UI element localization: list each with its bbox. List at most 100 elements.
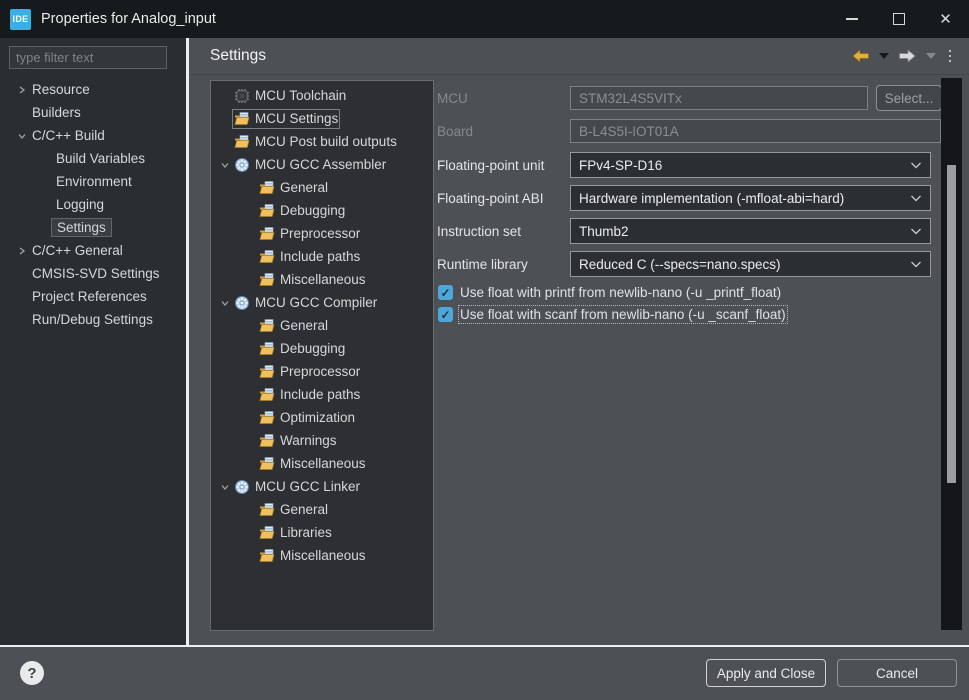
tree-item-linker-libraries[interactable]: Libraries: [211, 521, 433, 544]
tree-item-compiler-include-paths[interactable]: Include paths: [211, 383, 433, 406]
help-button[interactable]: ?: [20, 661, 44, 685]
folder-icon: [259, 249, 275, 265]
sidebar-item-build-variables[interactable]: Build Variables: [0, 147, 186, 170]
printf-float-checkbox-row: Use float with printf from newlib-nano (…: [438, 284, 781, 301]
page-title: Settings: [210, 47, 266, 65]
chevron-down-icon: [220, 298, 230, 308]
printf-float-label: Use float with printf from newlib-nano (…: [460, 285, 781, 300]
folder-icon: [259, 180, 275, 196]
folder-icon: [259, 387, 275, 403]
sidebar-item-settings[interactable]: Settings: [0, 216, 186, 239]
board-field: B-L4S5I-IOT01A: [570, 119, 941, 143]
properties-dialog: IDE Properties for Analog_input Resource…: [0, 0, 969, 700]
runtime-library-combobox[interactable]: Reduced C (--specs=nano.specs): [570, 251, 931, 277]
fpu-combobox[interactable]: FPv4-SP-D16: [570, 152, 931, 178]
tree-item-linker-miscellaneous[interactable]: Miscellaneous: [211, 544, 433, 567]
folder-icon: [234, 111, 250, 127]
tree-item-compiler-optimization[interactable]: Optimization: [211, 406, 433, 429]
forward-history-dropdown-icon[interactable]: [926, 53, 936, 59]
chip-icon: [234, 88, 250, 104]
combo-chevron-icon: [910, 162, 922, 169]
header-nav: [851, 48, 956, 65]
tree-item-compiler-preprocessor[interactable]: Preprocessor: [211, 360, 433, 383]
abi-combobox[interactable]: Hardware implementation (-mfloat-abi=har…: [570, 185, 931, 211]
tree-item-assembler-general[interactable]: General: [211, 176, 433, 199]
printf-float-checkbox[interactable]: [438, 285, 453, 300]
tree-item-linker-general[interactable]: General: [211, 498, 433, 521]
combo-chevron-icon: [910, 228, 922, 235]
folder-icon: [259, 226, 275, 242]
sidebar-item-cpp-build[interactable]: C/C++ Build: [0, 124, 186, 147]
folder-icon: [259, 433, 275, 449]
settings-header: Settings: [189, 38, 969, 75]
sidebar-item-builders[interactable]: Builders: [0, 101, 186, 124]
scrollbar-thumb[interactable]: [947, 165, 956, 483]
tree-item-compiler-warnings[interactable]: Warnings: [211, 429, 433, 452]
cancel-button[interactable]: Cancel: [837, 659, 957, 687]
folder-icon: [259, 341, 275, 357]
mcu-field: STM32L4S5VITx: [570, 86, 868, 110]
sidebar-item-resource[interactable]: Resource: [0, 78, 186, 101]
mcu-select-button: Select...: [876, 85, 942, 111]
sidebar-item-logging[interactable]: Logging: [0, 193, 186, 216]
tree-item-mcu-toolchain[interactable]: MCU Toolchain: [211, 84, 433, 107]
back-history-dropdown-icon[interactable]: [879, 53, 889, 59]
scanf-float-checkbox-row: Use float with scanf from newlib-nano (-…: [438, 306, 786, 323]
sidebar-item-run-debug[interactable]: Run/Debug Settings: [0, 308, 186, 331]
tree-item-mcu-settings[interactable]: MCU Settings: [211, 107, 433, 130]
back-arrow-icon[interactable]: [851, 49, 870, 63]
instruction-set-label: Instruction set: [437, 218, 521, 244]
tree-item-assembler-debugging[interactable]: Debugging: [211, 199, 433, 222]
chevron-right-icon: [17, 85, 27, 95]
forward-arrow-icon[interactable]: [898, 49, 917, 63]
folder-icon: [259, 548, 275, 564]
board-label: Board: [437, 119, 473, 143]
folder-icon: [259, 410, 275, 426]
chevron-down-icon: [220, 482, 230, 492]
tree-item-assembler-preprocessor[interactable]: Preprocessor: [211, 222, 433, 245]
apply-and-close-button[interactable]: Apply and Close: [706, 659, 826, 687]
combo-chevron-icon: [910, 195, 922, 202]
sidebar-item-environment[interactable]: Environment: [0, 170, 186, 193]
runtime-library-label: Runtime library: [437, 251, 528, 277]
tree-item-mcu-gcc-compiler[interactable]: MCU GCC Compiler: [211, 291, 433, 314]
tool-icon: [234, 479, 250, 495]
minimize-button[interactable]: [828, 0, 875, 38]
tree-item-assembler-include-paths[interactable]: Include paths: [211, 245, 433, 268]
abi-label: Floating-point ABI: [437, 185, 544, 211]
close-icon: [939, 10, 952, 29]
app-icon: IDE: [10, 9, 31, 30]
properties-sidebar: Resource Builders C/C++ Build Build Vari…: [0, 38, 186, 645]
dialog-footer: ? Apply and Close Cancel: [0, 645, 969, 700]
scanf-float-checkbox[interactable]: [438, 307, 453, 322]
folder-icon: [259, 364, 275, 380]
sidebar-item-cmsis-svd[interactable]: CMSIS-SVD Settings: [0, 262, 186, 285]
chevron-down-icon: [17, 131, 27, 141]
folder-icon: [259, 272, 275, 288]
tree-item-mcu-gcc-assembler[interactable]: MCU GCC Assembler: [211, 153, 433, 176]
tree-item-mcu-gcc-linker[interactable]: MCU GCC Linker: [211, 475, 433, 498]
close-button[interactable]: [922, 0, 969, 38]
settings-scrollbar[interactable]: [941, 78, 962, 630]
minimize-icon: [846, 18, 858, 20]
folder-icon: [259, 456, 275, 472]
sidebar-item-cpp-general[interactable]: C/C++ General: [0, 239, 186, 262]
tree-item-mcu-post-build[interactable]: MCU Post build outputs: [211, 130, 433, 153]
window-controls: [828, 0, 969, 38]
fpu-label: Floating-point unit: [437, 152, 544, 178]
tree-item-compiler-debugging[interactable]: Debugging: [211, 337, 433, 360]
folder-icon: [259, 203, 275, 219]
folder-icon: [259, 525, 275, 541]
tree-item-compiler-miscellaneous[interactable]: Miscellaneous: [211, 452, 433, 475]
mcu-label: MCU: [437, 86, 468, 110]
properties-nav-tree: Resource Builders C/C++ Build Build Vari…: [0, 78, 186, 331]
sidebar-item-project-references[interactable]: Project References: [0, 285, 186, 308]
settings-page: Settings MCU Toolchain MCU Settings MCU …: [189, 38, 969, 645]
folder-icon: [259, 318, 275, 334]
filter-input[interactable]: [9, 46, 167, 69]
tree-item-compiler-general[interactable]: General: [211, 314, 433, 337]
instruction-set-combobox[interactable]: Thumb2: [570, 218, 931, 244]
tree-item-assembler-miscellaneous[interactable]: Miscellaneous: [211, 268, 433, 291]
maximize-button[interactable]: [875, 0, 922, 38]
view-menu-icon[interactable]: [945, 48, 956, 65]
